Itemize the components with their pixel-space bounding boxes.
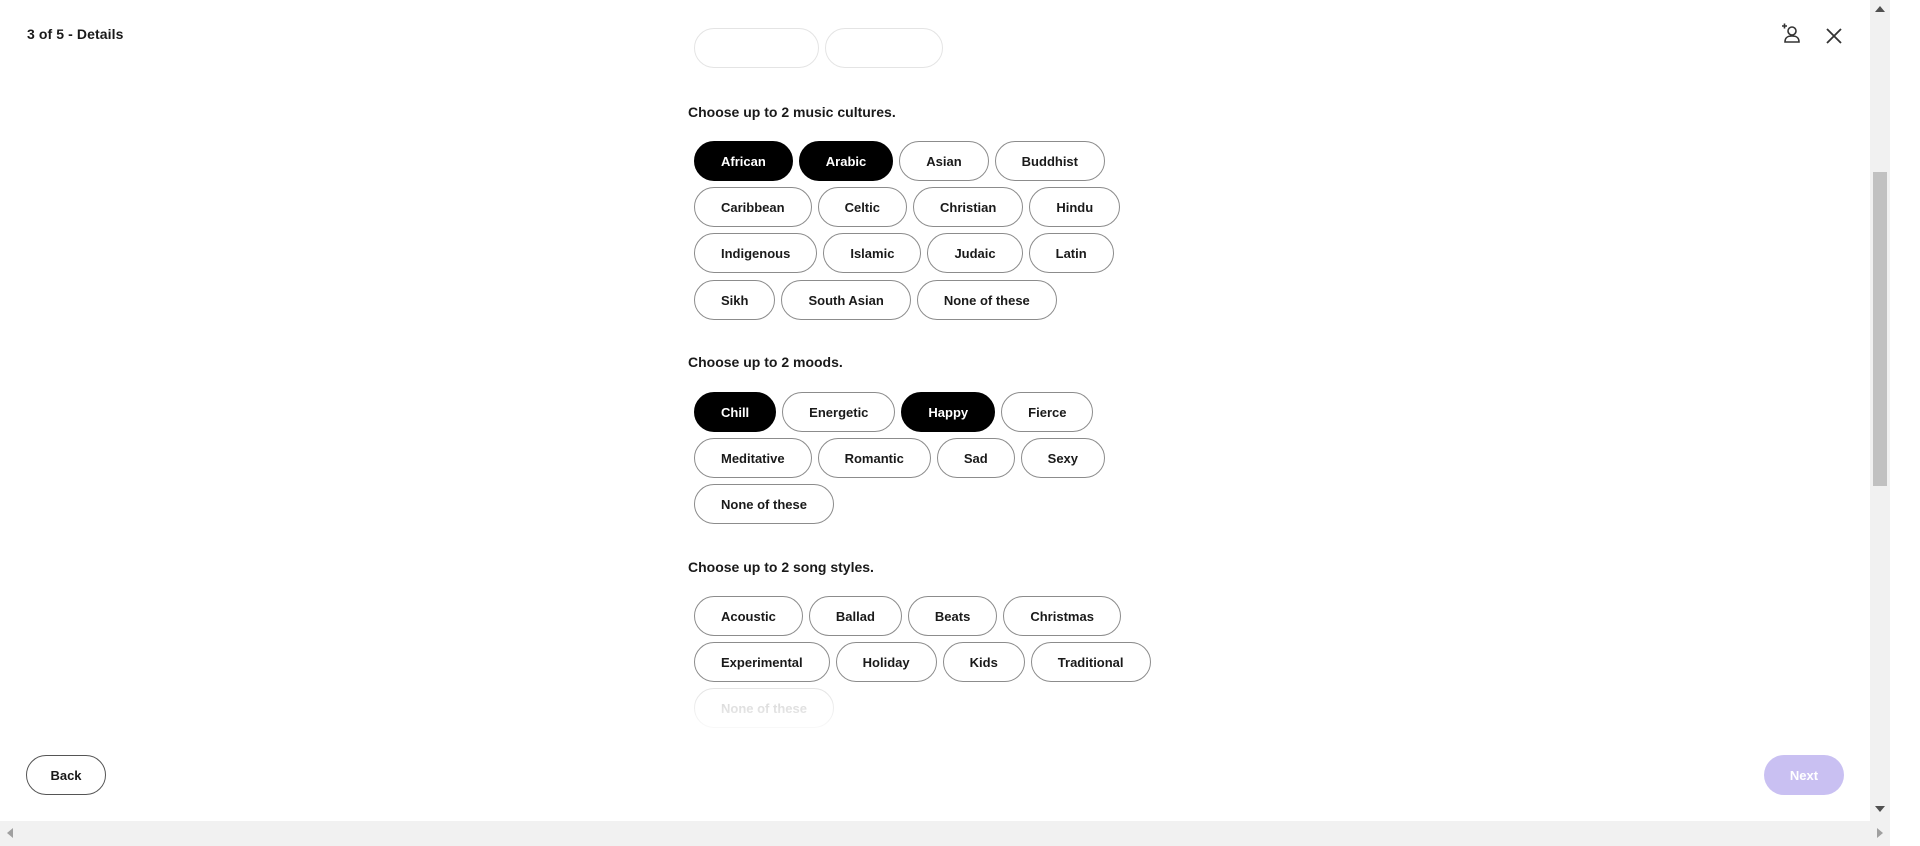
hidden-chip[interactable] xyxy=(694,28,819,68)
close-icon[interactable] xyxy=(1820,22,1848,50)
chip-kids[interactable]: Kids xyxy=(942,642,1025,682)
next-button[interactable]: Next xyxy=(1764,755,1844,795)
previous-section-chips xyxy=(694,28,943,68)
chip-judaic[interactable]: Judaic xyxy=(927,233,1023,273)
chip-holiday[interactable]: Holiday xyxy=(835,642,937,682)
chip-buddhist[interactable]: Buddhist xyxy=(994,141,1105,181)
chip-romantic[interactable]: Romantic xyxy=(817,438,931,478)
chip-fierce[interactable]: Fierce xyxy=(1001,392,1094,432)
page-gutter xyxy=(1890,0,1920,846)
add-person-icon-graphic xyxy=(1782,23,1800,43)
moods-label: Choose up to 2 moods. xyxy=(688,354,843,370)
music-cultures-row: Sikh South Asian None of these xyxy=(694,280,1057,320)
chip-sexy[interactable]: Sexy xyxy=(1020,438,1106,478)
chip-caribbean[interactable]: Caribbean xyxy=(694,187,812,227)
song-styles-row: None of these xyxy=(694,688,834,728)
song-styles-row: Acoustic Ballad Beats Christmas xyxy=(694,596,1121,636)
chip-islamic[interactable]: Islamic xyxy=(823,233,922,273)
chip-celtic[interactable]: Celtic xyxy=(817,187,907,227)
chip-none-of-these[interactable]: None of these xyxy=(694,484,834,524)
dialog: 3 of 5 - Details Choose up to 2 music cu… xyxy=(0,0,1870,821)
scroll-down-arrow-icon[interactable] xyxy=(1875,806,1885,812)
chip-traditional[interactable]: Traditional xyxy=(1030,642,1151,682)
hidden-chip[interactable] xyxy=(825,28,943,68)
back-button[interactable]: Back xyxy=(26,755,106,795)
chip-christmas[interactable]: Christmas xyxy=(1003,596,1121,636)
chip-south-asian[interactable]: South Asian xyxy=(781,280,911,320)
chip-asian[interactable]: Asian xyxy=(899,141,989,181)
music-cultures-label: Choose up to 2 music cultures. xyxy=(688,104,896,120)
scroll-right-arrow-icon[interactable] xyxy=(1877,828,1883,838)
chip-african[interactable]: African xyxy=(694,141,793,181)
music-cultures-row: Indigenous Islamic Judaic Latin xyxy=(694,233,1114,273)
chip-happy[interactable]: Happy xyxy=(901,392,996,432)
moods-row: Chill Energetic Happy Fierce xyxy=(694,392,1094,432)
chip-experimental[interactable]: Experimental xyxy=(694,642,830,682)
chip-meditative[interactable]: Meditative xyxy=(694,438,812,478)
chip-sad[interactable]: Sad xyxy=(936,438,1015,478)
music-cultures-row: Caribbean Celtic Christian Hindu xyxy=(694,187,1121,227)
vertical-scrollbar[interactable] xyxy=(1870,0,1890,821)
chip-chill[interactable]: Chill xyxy=(694,392,777,432)
scroll-up-arrow-icon[interactable] xyxy=(1875,6,1885,12)
step-title: 3 of 5 - Details xyxy=(27,26,124,42)
chip-energetic[interactable]: Energetic xyxy=(782,392,896,432)
chip-indigenous[interactable]: Indigenous xyxy=(694,233,818,273)
form-content: Choose up to 2 music cultures. African Ar… xyxy=(688,0,1288,740)
chip-sikh[interactable]: Sikh xyxy=(694,280,776,320)
chip-none-of-these[interactable]: None of these xyxy=(694,688,834,728)
close-icon-graphic xyxy=(1826,28,1842,44)
vertical-scroll-thumb[interactable] xyxy=(1873,172,1887,486)
chip-arabic[interactable]: Arabic xyxy=(798,141,894,181)
music-cultures-row: African Arabic Asian Buddhist xyxy=(694,141,1105,181)
scroll-left-arrow-icon[interactable] xyxy=(7,828,13,838)
chip-ballad[interactable]: Ballad xyxy=(808,596,902,636)
chip-beats[interactable]: Beats xyxy=(907,596,998,636)
chip-hindu[interactable]: Hindu xyxy=(1029,187,1121,227)
song-styles-label: Choose up to 2 song styles. xyxy=(688,559,874,575)
horizontal-scrollbar[interactable] xyxy=(0,821,1890,846)
chip-acoustic[interactable]: Acoustic xyxy=(694,596,803,636)
chip-christian[interactable]: Christian xyxy=(912,187,1024,227)
moods-row: None of these xyxy=(694,484,834,524)
chip-none-of-these[interactable]: None of these xyxy=(916,280,1057,320)
moods-row: Meditative Romantic Sad Sexy xyxy=(694,438,1106,478)
chip-latin[interactable]: Latin xyxy=(1028,233,1114,273)
song-styles-row: Experimental Holiday Kids Traditional xyxy=(694,642,1151,682)
add-person-icon[interactable] xyxy=(1777,20,1805,48)
